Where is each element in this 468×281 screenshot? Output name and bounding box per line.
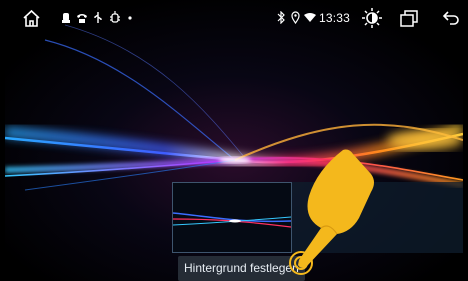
- thumbnail-image: [172, 212, 292, 228]
- wallpaper-picker-screen: 13:33 Hintergrund festlegen: [5, 0, 463, 281]
- brightness-icon[interactable]: [361, 7, 383, 29]
- android-debug-icon: [110, 11, 120, 23]
- dot-icon: [128, 16, 132, 20]
- tap-hand-icon: [289, 149, 374, 275]
- wifi-icon: [304, 13, 316, 22]
- wallpaper-thumbnail[interactable]: [172, 182, 292, 253]
- clock-time: 13:33: [319, 11, 351, 25]
- location-icon: [291, 11, 300, 24]
- recent-apps-icon[interactable]: [400, 10, 418, 27]
- car-icon: [62, 13, 70, 23]
- back-icon[interactable]: [442, 10, 459, 26]
- usb-icon: [94, 12, 102, 23]
- phone-icon: [77, 14, 87, 23]
- bluetooth-icon: [277, 11, 285, 24]
- home-icon[interactable]: [22, 9, 41, 28]
- status-bar: 13:33: [5, 0, 463, 38]
